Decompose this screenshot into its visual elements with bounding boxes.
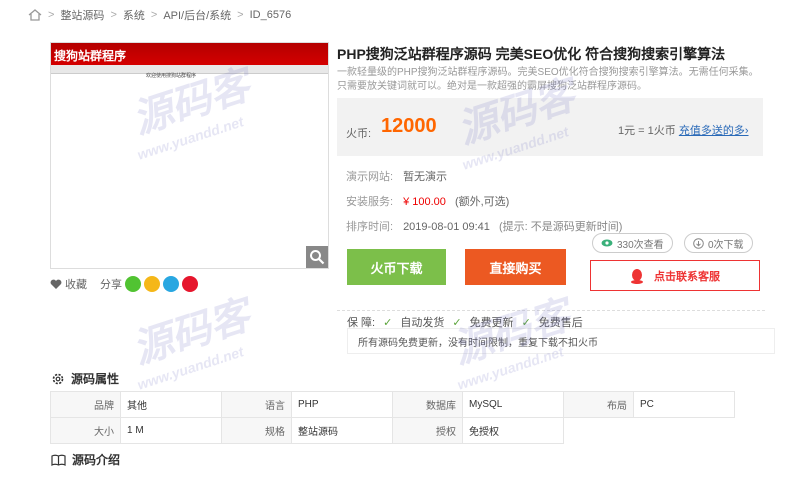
home-icon[interactable] [28, 8, 42, 22]
eye-icon [601, 239, 613, 247]
weibo-icon[interactable] [182, 276, 198, 292]
watermark-logo: 源码客 [127, 293, 256, 373]
product-description: 一款轻量级的PHP搜狗泛站群程序源码。完美SEO优化符合搜狗搜索引擎算法。无需任… [337, 67, 759, 92]
contact-service-button[interactable]: 点击联系客服 [590, 260, 760, 291]
attr-key: 品牌 [50, 391, 121, 418]
sort-row: 排序时间: 2019-08-01 09:41 (提示: 不是源码更新时间) [346, 218, 622, 234]
intro-title: 源码介绍 [72, 453, 121, 467]
qzone-icon[interactable] [144, 276, 160, 292]
magnifier-icon [310, 250, 325, 265]
wechat-icon[interactable] [125, 276, 141, 292]
table-row: 大小 1 M 规格 整站源码 授权 免授权 [50, 417, 735, 444]
attr-value-link[interactable]: PC [633, 391, 735, 418]
install-row: 安装服务: ¥ 100.00 (额外,可选) [346, 193, 509, 209]
check-icon: ✓ [521, 316, 531, 329]
breadcrumb-item-site-source[interactable]: 整站源码 [60, 7, 104, 23]
product-title: PHP搜狗泛站群程序源码 完美SEO优化 符合搜狗搜索引擎算法 [337, 46, 726, 62]
buy-now-button[interactable]: 直接购买 [465, 249, 566, 285]
attr-key: 规格 [221, 417, 292, 444]
preview-mini-text: 欢迎使用搜狗站群程序 [146, 73, 197, 79]
downloads-count: 0次下载 [684, 233, 753, 253]
install-label: 安装服务: [346, 196, 394, 208]
breadcrumb-separator: > [48, 9, 55, 21]
preview-header-bar: 搜狗站群程序 [51, 43, 328, 65]
views-count: 330次查看 [592, 233, 673, 253]
attr-value-link[interactable]: 其他 [120, 391, 222, 418]
attr-key: 大小 [50, 417, 121, 444]
downloads-text: 0次下载 [708, 239, 744, 251]
attr-key: 布局 [563, 391, 634, 418]
install-note: (额外,可选) [454, 196, 510, 208]
guarantee-note: 所有源码免费更新，没有时间限制，重复下载不扣火币 [347, 328, 775, 354]
check-icon: ✓ [452, 316, 462, 329]
demo-row: 演示网站: 暂无演示 [346, 168, 447, 184]
price-label: 火币: [346, 128, 372, 140]
attr-value: 整站源码 [291, 417, 393, 444]
views-text: 330次查看 [617, 239, 664, 251]
download-circle-icon [693, 237, 704, 249]
sort-note: (提示: 不是源码更新时间) [498, 221, 623, 233]
favorite-button[interactable]: 收藏 [50, 276, 87, 292]
attributes-title: 源码属性 [71, 372, 120, 386]
preview-header-text: 搜狗站群程序 [54, 49, 127, 63]
sort-value: 2019-08-01 09:41 [403, 221, 490, 233]
share-label: 分享 [100, 279, 122, 291]
attr-key: 授权 [392, 417, 463, 444]
heart-icon [50, 279, 62, 289]
attr-value: 1 M [120, 417, 222, 444]
price-value: 12000 [381, 115, 437, 137]
recharge-link[interactable]: 充值多送的多› [679, 125, 749, 137]
contact-label: 点击联系客服 [654, 270, 720, 283]
attr-value: PHP [291, 391, 393, 418]
demo-value: 暂无演示 [403, 171, 448, 183]
preview-image[interactable]: 搜狗站群程序 欢迎使用搜狗站群程序 [50, 42, 329, 269]
attr-key: 语言 [221, 391, 292, 418]
attr-value: 免授权 [462, 417, 564, 444]
check-icon: ✓ [383, 316, 393, 329]
breadcrumb: > 整站源码 > 系统 > API/后台/系统 > ID_6576 [28, 6, 291, 24]
breadcrumb-item-id: ID_6576 [249, 9, 292, 21]
sort-label: 排序时间: [346, 221, 394, 233]
exchange-rate: 1元 = 1火币 充值多送的多› [618, 122, 749, 138]
rate-text: 1元 = 1火币 [618, 125, 676, 137]
favorite-label: 收藏 [65, 279, 87, 291]
breadcrumb-separator: > [237, 9, 244, 21]
attributes-table: 品牌 其他 语言 PHP 数据库 MySQL 布局 PC 大小 1 M 规格 整… [50, 391, 735, 444]
price-box: 火币: 12000 1元 = 1火币 充值多送的多› [337, 98, 763, 156]
zoom-button[interactable] [306, 246, 328, 268]
coin-download-button[interactable]: 火币下载 [347, 249, 446, 285]
breadcrumb-separator: > [150, 9, 158, 21]
intro-heading: 源码介绍 [51, 451, 120, 468]
breadcrumb-item-api[interactable]: API/后台/系统 [163, 7, 231, 23]
attr-key: 数据库 [392, 391, 463, 418]
attr-value: MySQL [462, 391, 564, 418]
book-icon [51, 454, 66, 466]
attributes-heading: 源码属性 [51, 370, 119, 387]
qq-penguin-icon [631, 268, 643, 284]
qq-icon[interactable] [163, 276, 179, 292]
share-bar: 分享 [100, 276, 198, 292]
breadcrumb-separator: > [110, 9, 117, 21]
demo-label: 演示网站: [346, 171, 394, 183]
table-row: 品牌 其他 语言 PHP 数据库 MySQL 布局 PC [50, 391, 735, 418]
breadcrumb-item-system[interactable]: 系统 [123, 7, 145, 23]
install-price: ¥ 100.00 [403, 196, 446, 208]
gear-icon [52, 373, 64, 384]
watermark-url: www.yuandd.net [135, 343, 246, 393]
